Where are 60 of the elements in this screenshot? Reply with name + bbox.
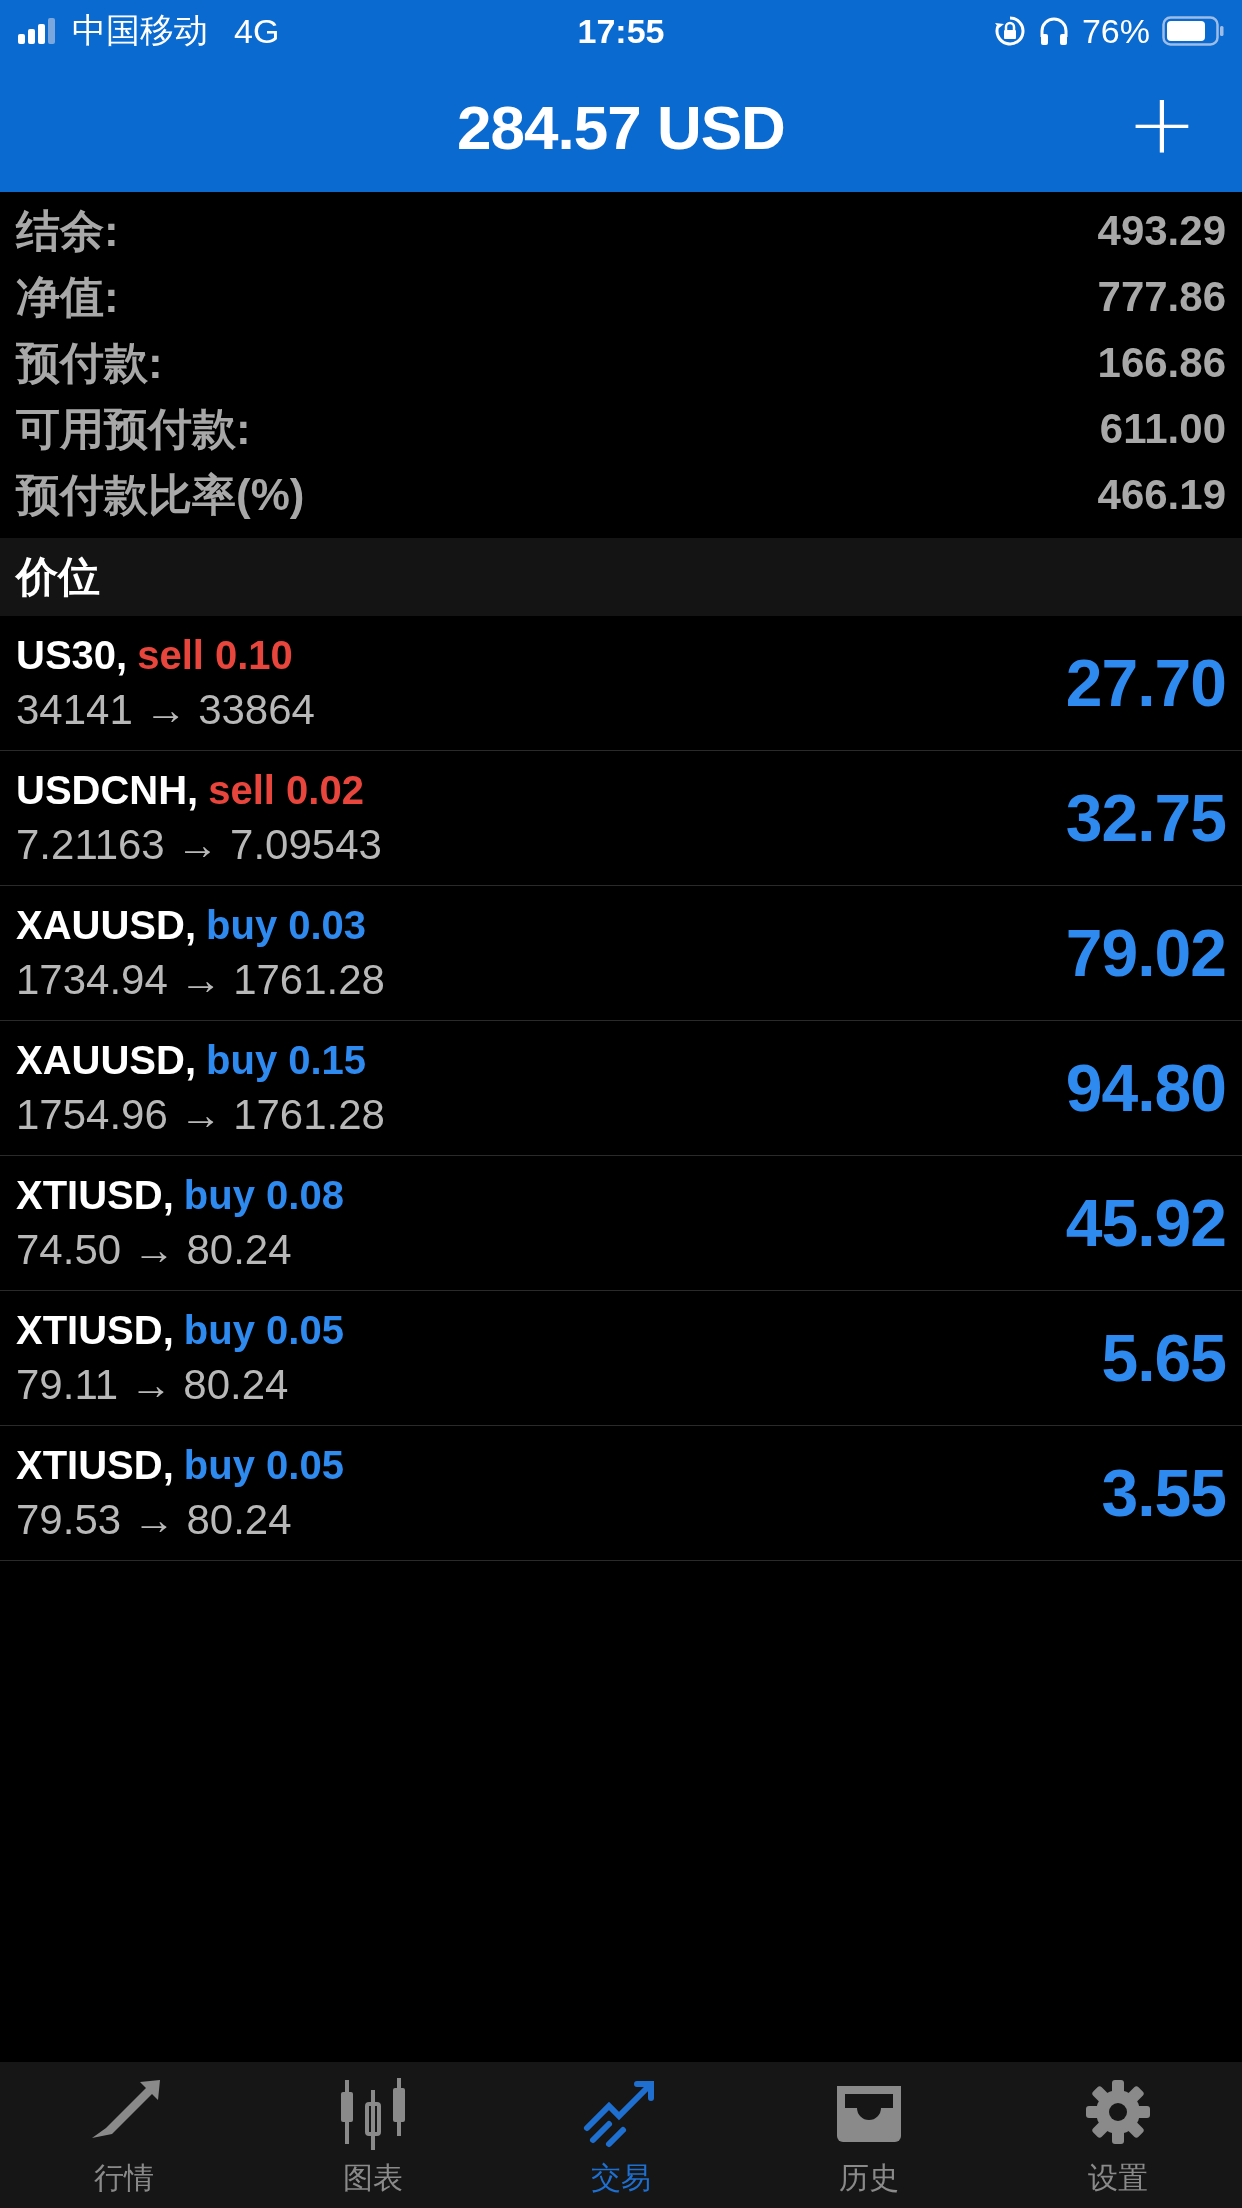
profit-value: 45.92 <box>1065 1185 1226 1261</box>
order-info: buy 0.05 <box>183 1442 344 1488</box>
symbol-name: XAUUSD, <box>16 1037 197 1083</box>
summary-label: 净值: <box>16 270 119 323</box>
price-change: 79.11 → 80.24 <box>16 1360 290 1409</box>
position-row[interactable]: XTIUSD, buy 0.08 74.50 → 80.24 45.92 <box>0 1156 1242 1291</box>
order-info: buy 0.08 <box>183 1172 344 1218</box>
tab-button[interactable]: 行情 <box>0 2062 249 2208</box>
price-change: 79.53 → 80.24 <box>16 1495 293 1544</box>
tab-button[interactable]: 历史 <box>745 2062 994 2208</box>
position-row[interactable]: XAUUSD, buy 0.03 1734.94 → 1761.28 79.02 <box>0 886 1242 1021</box>
profit-value: 79.02 <box>1065 915 1226 991</box>
add-button[interactable]: + <box>1122 84 1202 164</box>
summary-value: 493.29 <box>1097 207 1226 255</box>
order-info: sell 0.10 <box>137 632 293 678</box>
position-row[interactable]: USDCNH, sell 0.02 7.21163 → 7.09543 32.75 <box>0 751 1242 886</box>
summary-value: 466.19 <box>1097 471 1226 519</box>
symbol-name: USDCNH, <box>16 767 199 813</box>
price-change: 1734.94 → 1761.28 <box>16 955 385 1004</box>
carrier-name: 中国移动 <box>72 10 208 51</box>
position-row[interactable]: US30, sell 0.10 34141 → 33864 27.70 <box>0 616 1242 751</box>
signal-icon <box>18 18 58 44</box>
order-info: buy 0.15 <box>206 1037 367 1083</box>
battery-icon <box>1162 16 1224 46</box>
order-info: buy 0.03 <box>206 902 367 948</box>
position-row[interactable]: XAUUSD, buy 0.15 1754.96 → 1761.28 94.80 <box>0 1021 1242 1156</box>
battery-percent: 76% <box>1081 11 1150 51</box>
position-row[interactable]: XTIUSD, buy 0.05 79.53 → 80.24 3.55 <box>0 1426 1242 1561</box>
profit-value: 32.75 <box>1065 780 1226 856</box>
tab-button[interactable]: 图表 <box>248 2062 497 2208</box>
symbol-name: XAUUSD, <box>16 902 197 948</box>
summary-label: 可用预付款: <box>16 402 251 455</box>
clock-time: 17:55 <box>577 11 665 51</box>
order-info: buy 0.05 <box>183 1307 344 1353</box>
section-title: 价位 <box>16 552 100 602</box>
summary-value: 166.86 <box>1097 339 1226 387</box>
symbol-name: XTIUSD, <box>16 1172 174 1218</box>
summary-value: 611.00 <box>1099 405 1226 453</box>
price-change: 74.50 → 80.24 <box>16 1225 293 1274</box>
price-change: 7.21163 → 7.09543 <box>16 820 382 869</box>
summary-label: 预付款: <box>16 336 163 389</box>
position-row[interactable]: XTIUSD, buy 0.05 79.11 → 80.24 5.65 <box>0 1291 1242 1426</box>
profit-value: 3.55 <box>1101 1455 1226 1531</box>
network-type: 4G <box>234 11 280 51</box>
price-change: 1754.96 → 1761.28 <box>16 1090 385 1139</box>
symbol-name: XTIUSD, <box>16 1442 174 1488</box>
summary-label: 预付款比率(%) <box>16 468 305 521</box>
rotation-lock-icon <box>993 15 1026 47</box>
summary-value: 777.86 <box>1097 273 1226 321</box>
profit-value: 5.65 <box>1101 1320 1226 1396</box>
order-info: sell 0.02 <box>208 767 364 813</box>
profit-value: 27.70 <box>1065 645 1226 721</box>
price-change: 34141 → 33864 <box>16 685 315 734</box>
tab-button[interactable]: 交易 <box>496 2062 746 2208</box>
symbol-name: XTIUSD, <box>16 1307 174 1353</box>
summary-label: 结余: <box>16 204 119 257</box>
symbol-name: US30, <box>16 632 128 678</box>
tab-button[interactable]: 设置 <box>993 2062 1242 2208</box>
profit-value: 94.80 <box>1065 1050 1226 1126</box>
balance-title: 284.57 USD <box>457 91 785 163</box>
